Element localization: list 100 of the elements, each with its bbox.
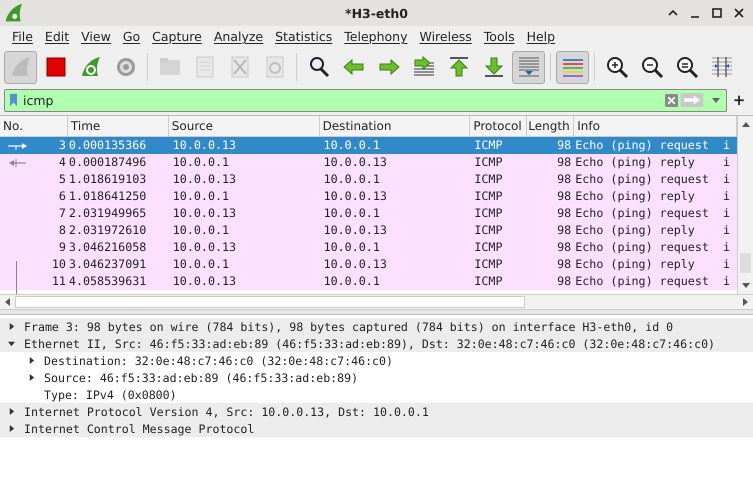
- column-header[interactable]: Source: [168, 116, 320, 136]
- table-cell-text: ICMP: [473, 273, 504, 290]
- close-icon[interactable]: [733, 7, 745, 19]
- table-cell-text: 3.046216058: [68, 239, 148, 256]
- table-cell-text: 10.0.0.13: [172, 171, 238, 188]
- table-cell-text: 3.046237091: [68, 256, 148, 273]
- menu-item[interactable]: Capture: [146, 29, 208, 44]
- column-header[interactable]: Time: [68, 116, 169, 136]
- collapsed-arrow-icon[interactable]: [8, 323, 15, 330]
- table-cell-text: 98: [556, 222, 572, 239]
- menu-item[interactable]: Edit: [38, 29, 76, 44]
- menu-item[interactable]: File: [6, 29, 39, 44]
- column-header[interactable]: Destination: [320, 116, 470, 136]
- expanded-arrow-icon[interactable]: [8, 340, 15, 347]
- table-cell-text: 98: [556, 154, 572, 171]
- menu-item[interactable]: Statistics: [269, 29, 338, 44]
- horizontal-scrollbar[interactable]: [0, 294, 753, 310]
- packet-row[interactable]: 4 0.000187496 10.0.0.1 10.0.0.13 ICMP 98 Echo (ping) reply i: [0, 154, 737, 171]
- table-cell-text: 10.0.0.1: [322, 205, 381, 222]
- table-cell: 4: [58, 154, 66, 171]
- clear-icon[interactable]: [665, 94, 678, 106]
- table-cell-text: ICMP: [473, 205, 504, 222]
- menu-item[interactable]: Help: [520, 29, 562, 44]
- table-cell-text: 98: [556, 256, 572, 273]
- menu-item[interactable]: Tools: [478, 29, 521, 44]
- scroll-left-icon[interactable]: [5, 298, 10, 306]
- vertical-scrollbar[interactable]: [737, 116, 753, 294]
- packet-row[interactable]: 6 1.018641250 10.0.0.1 10.0.0.13 ICMP 98 Echo (ping) reply i: [0, 188, 737, 205]
- table-cell-text: Echo (ping) reply i: [574, 256, 732, 273]
- table-cell: 3: [58, 137, 66, 154]
- column-resize-icon: [710, 55, 734, 79]
- menu-item[interactable]: View: [75, 29, 117, 44]
- table-cell-text: Echo (ping) request i: [574, 137, 732, 154]
- tree-item[interactable]: Type: IPv4 (0x0800): [44, 388, 177, 402]
- tree-item[interactable]: Source: 46:f5:33:ad:eb:89 (46:f5:33:ad:eb:89): [44, 370, 358, 384]
- scroll-down-icon[interactable]: [742, 283, 750, 288]
- table-cell-text: Echo (ping) reply i: [574, 154, 732, 171]
- packet-row[interactable]: 3 0.000135366 10.0.0.13 10.0.0.1 ICMP 98 Echo (ping) request i: [0, 137, 737, 154]
- table-cell: 11: [52, 273, 66, 290]
- column-header[interactable]: Length: [527, 116, 574, 136]
- table-cell-text: 98: [556, 171, 572, 188]
- table-cell-text: 1.018619103: [68, 171, 148, 188]
- collapsed-arrow-icon[interactable]: [28, 374, 35, 381]
- table-cell-text: 0.000187496: [68, 154, 148, 171]
- packet-row[interactable]: 11 4.058539631 10.0.0.13 10.0.0.1 ICMP 98 Echo (ping) request i: [0, 273, 737, 290]
- menu-item[interactable]: Telephony: [338, 29, 414, 44]
- column-header[interactable]: No.: [0, 116, 68, 136]
- table-cell-text: 10.0.0.1: [322, 137, 381, 154]
- table-cell-text: 98: [556, 137, 572, 154]
- packet-row[interactable]: 9 3.046216058 10.0.0.13 10.0.0.1 ICMP 98 Echo (ping) request i: [0, 239, 737, 256]
- table-cell-text: 10.0.0.13: [322, 154, 388, 171]
- table-cell-text: ICMP: [473, 154, 504, 171]
- table-cell: 8: [58, 222, 66, 239]
- display-filter-field[interactable]: icmp: [4, 88, 727, 112]
- collapsed-arrow-icon[interactable]: [28, 357, 35, 364]
- filter-text: icmp: [23, 92, 54, 108]
- table-cell-text: 10.0.0.1: [172, 154, 230, 171]
- scroll-thumb[interactable]: [15, 296, 525, 308]
- maximize-icon[interactable]: [711, 7, 723, 19]
- scroll-up-icon[interactable]: [742, 122, 750, 127]
- colorize-button[interactable]: [556, 50, 589, 84]
- reply-arrow-icon: [8, 159, 28, 167]
- packet-row[interactable]: 5 1.018619103 10.0.0.13 10.0.0.1 ICMP 98 Echo (ping) request i: [0, 171, 737, 188]
- table-cell-text: Echo (ping) reply i: [574, 222, 732, 239]
- table-cell-text: 10.0.0.13: [322, 222, 388, 239]
- table-cell-text: 98: [556, 273, 572, 290]
- menu-item[interactable]: Wireless: [413, 29, 478, 44]
- collapsed-arrow-icon[interactable]: [8, 408, 15, 415]
- menu-item[interactable]: Go: [116, 29, 146, 44]
- bookmark-icon[interactable]: [10, 93, 17, 107]
- menu-item[interactable]: Analyze: [208, 29, 270, 44]
- packet-row[interactable]: 8 2.031972610 10.0.0.1 10.0.0.13 ICMP 98 Echo (ping) reply i: [0, 222, 737, 239]
- autoscroll-button[interactable]: [512, 50, 545, 84]
- tree-item[interactable]: Destination: 32:0e:48:c7:46:c0 (32:0e:48:c7:46:c0): [44, 354, 394, 368]
- window-title: *H3-eth0: [345, 6, 408, 20]
- scroll-right-icon[interactable]: [743, 298, 748, 306]
- stop-square-icon: [44, 55, 68, 79]
- table-cell-text: 4.058539631: [68, 273, 148, 290]
- table-cell-text: 2.031949965: [68, 205, 148, 222]
- table-cell-text: Echo (ping) reply i: [574, 188, 732, 205]
- add-filter-button[interactable]: +: [729, 91, 749, 109]
- dropdown-caret-icon[interactable]: [712, 98, 720, 102]
- table-cell-text: 10.0.0.1: [322, 273, 381, 290]
- table-cell-text: 10.0.0.13: [322, 256, 388, 273]
- table-cell-text: 10.0.0.13: [172, 273, 238, 290]
- table-cell-text: 98: [556, 239, 572, 256]
- table-cell: 6: [58, 188, 66, 205]
- table-cell-text: ICMP: [473, 256, 504, 273]
- column-header[interactable]: Protocol: [470, 116, 528, 136]
- table-cell-text: ICMP: [473, 239, 504, 256]
- table-cell-text: ICMP: [473, 137, 504, 154]
- table-cell-text: 98: [556, 205, 572, 222]
- table-cell-text: ICMP: [473, 171, 504, 188]
- table-cell: 10: [52, 256, 66, 273]
- app-logo-icon: [4, 3, 24, 23]
- collapsed-arrow-icon[interactable]: [8, 425, 15, 432]
- table-cell-text: 10.0.0.1: [322, 171, 381, 188]
- packet-row[interactable]: 7 2.031949965 10.0.0.13 10.0.0.1 ICMP 98 Echo (ping) request i: [0, 205, 737, 222]
- table-cell-text: 1.018641250: [68, 188, 148, 205]
- packet-row[interactable]: 10 3.046237091 10.0.0.1 10.0.0.13 ICMP 98 Echo (ping) reply i: [0, 256, 737, 273]
